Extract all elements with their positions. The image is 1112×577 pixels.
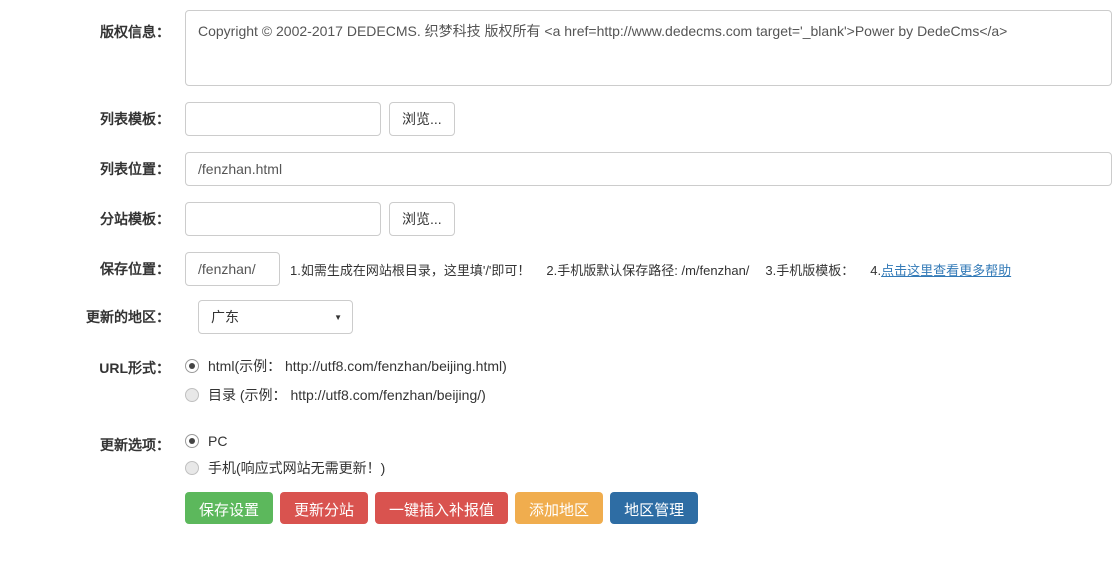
chevron-down-icon: ▼ [334, 313, 342, 322]
copyright-textarea[interactable]: Copyright © 2002-2017 DEDECMS. 织梦科技 版权所有… [185, 10, 1112, 86]
one-click-insert-button[interactable]: 一键插入补报值 [375, 492, 508, 524]
radio-icon[interactable] [185, 461, 199, 475]
row-action-buttons: 保存设置 更新分站 一键插入补报值 添加地区 地区管理 [0, 492, 1112, 524]
row-copyright: 版权信息： Copyright © 2002-2017 DEDECMS. 织梦科… [0, 10, 1112, 86]
url-format-option-html[interactable]: html(示例： http://utf8.com/fenzhan/beijing… [185, 356, 507, 376]
region-select-value: 广东 [211, 307, 239, 327]
url-format-label: URL形式： [0, 356, 185, 378]
copyright-label: 版权信息： [0, 10, 185, 42]
save-position-label: 保存位置： [0, 259, 185, 279]
radio-icon[interactable] [185, 388, 199, 402]
settings-form-page: 版权信息： Copyright © 2002-2017 DEDECMS. 织梦科… [0, 0, 1112, 577]
url-format-option-directory[interactable]: 目录 (示例： http://utf8.com/fenzhan/beijing/… [185, 385, 507, 405]
row-sub-template: 分站模板： 浏览... [0, 202, 1112, 236]
radio-label: 目录 (示例： http://utf8.com/fenzhan/beijing/… [208, 385, 486, 405]
hint-2: 2.手机版默认保存路径: /m/fenzhan/ [546, 263, 749, 278]
row-url-format: URL形式： html(示例： http://utf8.com/fenzhan/… [0, 356, 1112, 405]
row-update-options: 更新选项： PC 手机(响应式网站无需更新！) [0, 433, 1112, 478]
hint-1: 1.如需生成在网站根目录，这里填'/'即可！ [290, 263, 530, 278]
save-settings-button[interactable]: 保存设置 [185, 492, 273, 524]
hint-4-prefix: 4. [870, 263, 881, 278]
more-help-link[interactable]: 点击这里查看更多帮助 [881, 263, 1011, 278]
list-position-input[interactable] [185, 152, 1112, 186]
sub-template-label: 分站模板： [0, 209, 185, 229]
save-position-hint: 1.如需生成在网站根目录，这里填'/'即可！ 2.手机版默认保存路径: /m/fe… [290, 260, 1011, 279]
radio-icon[interactable] [185, 434, 199, 448]
hint-3: 3.手机版模板： [765, 263, 854, 278]
sub-template-input[interactable] [185, 202, 381, 236]
update-options-label: 更新选项： [0, 433, 185, 455]
update-option-pc[interactable]: PC [185, 433, 385, 449]
list-template-input[interactable] [185, 102, 381, 136]
update-region-label: 更新的地区： [0, 307, 185, 327]
row-update-region: 更新的地区： 广东 ▼ [0, 300, 1112, 334]
region-select[interactable]: 广东 ▼ [198, 300, 353, 334]
sub-template-browse-button[interactable]: 浏览... [389, 202, 455, 236]
list-template-label: 列表模板： [0, 109, 185, 129]
region-management-button[interactable]: 地区管理 [610, 492, 698, 524]
row-save-position: 保存位置： 1.如需生成在网站根目录，这里填'/'即可！ 2.手机版默认保存路径:… [0, 252, 1112, 286]
radio-label: html(示例： http://utf8.com/fenzhan/beijing… [208, 356, 507, 376]
save-position-input[interactable] [185, 252, 280, 286]
update-substation-button[interactable]: 更新分站 [280, 492, 368, 524]
list-position-label: 列表位置： [0, 159, 185, 179]
list-template-browse-button[interactable]: 浏览... [389, 102, 455, 136]
radio-icon[interactable] [185, 359, 199, 373]
add-region-button[interactable]: 添加地区 [515, 492, 603, 524]
radio-label: PC [208, 433, 227, 449]
update-option-mobile[interactable]: 手机(响应式网站无需更新！) [185, 458, 385, 478]
row-list-template: 列表模板： 浏览... [0, 102, 1112, 136]
radio-label: 手机(响应式网站无需更新！) [208, 458, 385, 478]
row-list-position: 列表位置： [0, 152, 1112, 186]
